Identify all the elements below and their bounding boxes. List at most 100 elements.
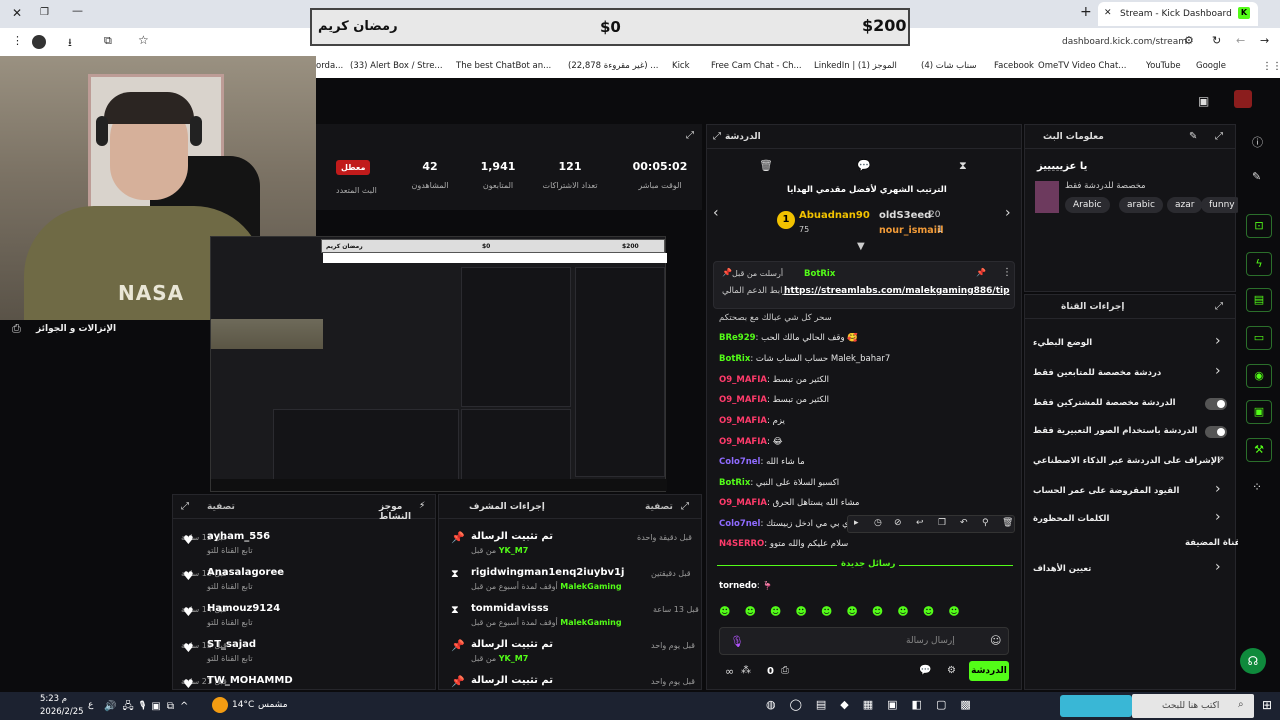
- edit-pencil-icon[interactable]: ✎: [1189, 131, 1197, 142]
- bookmark-item[interactable]: (4) سناب شات: [921, 61, 976, 71]
- expand-icon[interactable]: ⤢: [1215, 301, 1223, 312]
- close-tab-icon[interactable]: ✕: [1104, 8, 1112, 18]
- taskbar-search[interactable]: اكتب هنا للبحث ⌕: [1132, 694, 1254, 718]
- windows-start-icon[interactable]: ⊞: [1262, 698, 1272, 712]
- emoji-icon[interactable]: ☺: [990, 634, 1001, 647]
- pin-icon[interactable]: ⚲: [982, 518, 989, 528]
- pin-icon[interactable]: 📌: [976, 268, 986, 277]
- filter-button[interactable]: تصفية: [645, 502, 673, 512]
- profile-avatar-icon[interactable]: [32, 35, 46, 49]
- clock-icon[interactable]: ◷: [874, 518, 882, 528]
- edit-pencil-icon[interactable]: ✎: [1252, 170, 1261, 183]
- new-tab-button[interactable]: +: [1080, 4, 1092, 20]
- language-indicator[interactable]: ع: [88, 700, 93, 710]
- banned-words-row[interactable]: › الكلمات المحظورة: [1025, 509, 1237, 531]
- active-tab[interactable]: ✕ Stream - Kick Dashboard K: [1098, 2, 1258, 26]
- expand-icon[interactable]: ⤢: [181, 501, 189, 512]
- bookmark-item[interactable]: OmeTV Video Chat...: [1038, 61, 1126, 71]
- subscribers-only-row[interactable]: الدردشة مخصصة للمشتركين فقط: [1025, 393, 1237, 415]
- points-icon[interactable]: ⁂: [741, 665, 751, 676]
- emotes-only-row[interactable]: الدردشة باستخدام الصور التعبيرية فقط: [1025, 421, 1237, 443]
- expand-icon[interactable]: ⤢: [686, 130, 694, 141]
- stream-tag[interactable]: arabic: [1119, 197, 1163, 213]
- clock-time[interactable]: 5:23 م: [40, 694, 67, 704]
- settings-gear-icon[interactable]: ⚙: [947, 665, 956, 676]
- stream-tag[interactable]: funny: [1201, 197, 1243, 213]
- bookmark-item[interactable]: The best ChatBot an...: [456, 61, 551, 71]
- chat-bubble-icon[interactable]: 💬: [857, 159, 871, 172]
- chevron-right-icon[interactable]: ›: [1005, 205, 1011, 221]
- download-icon[interactable]: ⭳: [68, 34, 72, 53]
- gift-icon[interactable]: ⎙: [781, 665, 789, 676]
- set-goals-row[interactable]: › تعيين الأهداف: [1025, 559, 1237, 581]
- weather-text[interactable]: مشمس: [258, 700, 288, 710]
- category-thumbnail[interactable]: [1035, 181, 1059, 213]
- bookmark-item[interactable]: Free Cam Chat - Ch...: [711, 61, 802, 71]
- bookmark-item[interactable]: Kick: [672, 61, 690, 71]
- leader-name[interactable]: Abuadnan90: [799, 210, 870, 221]
- minimize-window-icon[interactable]: —: [72, 4, 83, 17]
- trash-icon[interactable]: 🗑: [759, 159, 773, 172]
- lightning-icon[interactable]: ϟ: [1246, 252, 1272, 276]
- chat-bubble-icon[interactable]: ▭: [1246, 326, 1272, 350]
- stream-tag[interactable]: Arabic: [1065, 197, 1110, 213]
- bookmark-item[interactable]: Facebook: [994, 61, 1034, 71]
- reload-icon[interactable]: ↻: [1212, 34, 1221, 47]
- stream-preview[interactable]: رمضان كريم $0 $200: [210, 236, 667, 492]
- bookmark-item[interactable]: Google: [1196, 61, 1226, 71]
- stream-tag[interactable]: azar: [1167, 197, 1203, 213]
- drops-rewards-label[interactable]: الإنزالات و الجوائز: [36, 324, 116, 334]
- collapse-icon[interactable]: ▼: [857, 241, 865, 252]
- forward-icon[interactable]: ←: [1236, 34, 1245, 47]
- microphone-icon[interactable]: 🎙: [730, 635, 744, 648]
- weather-sun-icon[interactable]: [212, 697, 228, 713]
- bookmark-star-icon[interactable]: ☆: [138, 33, 149, 47]
- followers-only-row[interactable]: › دردشة مخصصة للمتابعين فقط: [1025, 363, 1237, 385]
- leader-name[interactable]: oldS3eed: [879, 210, 931, 221]
- popout-icon[interactable]: ⤢: [713, 131, 721, 142]
- hourglass-icon[interactable]: ⧗: [959, 159, 967, 173]
- document-icon[interactable]: ▤: [1246, 288, 1272, 312]
- host-channel-row[interactable]: القناة المضيفة: [1025, 535, 1247, 553]
- infinity-icon[interactable]: ∞: [725, 665, 734, 678]
- system-tray-icons[interactable]: 🔊🖧🎙▣⧉^: [104, 699, 194, 716]
- url-text[interactable]: dashboard.kick.com/stream: [1062, 37, 1187, 47]
- restore-window-icon[interactable]: ❐: [40, 7, 49, 18]
- taskbar-app-icons[interactable]: ◍◯▤◆▦▣◧▢▩: [766, 698, 985, 711]
- layers-icon[interactable]: ▣: [1246, 400, 1272, 424]
- account-age-row[interactable]: › القيود المفروضة على عمر الحساب: [1025, 481, 1237, 503]
- apps-icon[interactable]: ⁘: [1252, 480, 1262, 494]
- filter-button[interactable]: تصفية: [207, 502, 235, 512]
- extensions-icon[interactable]: ⧉: [104, 34, 112, 48]
- more-menu-icon[interactable]: ⋮: [1002, 267, 1012, 278]
- pinned-link[interactable]: https://streamlabs.com/malekgaming886/ti…: [784, 286, 1010, 296]
- delete-icon[interactable]: 🗑: [1002, 518, 1013, 528]
- info-icon[interactable]: ⓘ: [1252, 134, 1263, 150]
- chevron-down-icon[interactable]: ⌄: [1002, 287, 1010, 297]
- tv-icon[interactable]: ▣: [1198, 94, 1209, 108]
- back-icon[interactable]: →: [1260, 34, 1269, 47]
- weather-temp[interactable]: 14°C: [232, 700, 254, 710]
- subscribers-only-toggle[interactable]: [1205, 398, 1227, 410]
- site-settings-icon[interactable]: ⚙: [1184, 34, 1194, 47]
- wrench-icon[interactable]: ⚒: [1246, 438, 1272, 462]
- ai-moderation-row[interactable]: ⇗ الإشراف على الدردشة عبر الذكاء الاصطنا…: [1025, 451, 1237, 473]
- chevron-left-icon[interactable]: ‹: [713, 205, 719, 221]
- bookmark-item[interactable]: (22,878 غير مقروءة) ...: [568, 61, 658, 71]
- broadcast-icon[interactable]: ◉: [1246, 364, 1272, 388]
- apps-grid-icon[interactable]: ⋮⋮: [1262, 61, 1280, 72]
- bookmark-item[interactable]: (33) Alert Box / Stre...: [350, 61, 443, 71]
- chat-bubble-icon[interactable]: 💬: [919, 665, 931, 676]
- reply-icon[interactable]: ↩: [916, 518, 924, 528]
- clock-date[interactable]: 2026/2/25: [40, 707, 84, 717]
- expand-icon[interactable]: ⤢: [1215, 131, 1223, 142]
- emotes-only-toggle[interactable]: [1205, 426, 1227, 438]
- user-avatar[interactable]: [1234, 90, 1252, 108]
- ban-icon[interactable]: ⊘: [894, 518, 902, 528]
- gift-icon[interactable]: ⎙: [12, 322, 21, 336]
- expand-icon[interactable]: ⤢: [681, 501, 689, 512]
- close-window-icon[interactable]: ✕: [12, 6, 22, 20]
- send-chat-button[interactable]: الدردشة: [969, 661, 1009, 681]
- chat-input[interactable]: 🎙 إرسال رسالة ☺: [719, 627, 1009, 655]
- emote-row[interactable]: ☻☻☻☻☻☻☻☻☻☻: [719, 605, 1011, 621]
